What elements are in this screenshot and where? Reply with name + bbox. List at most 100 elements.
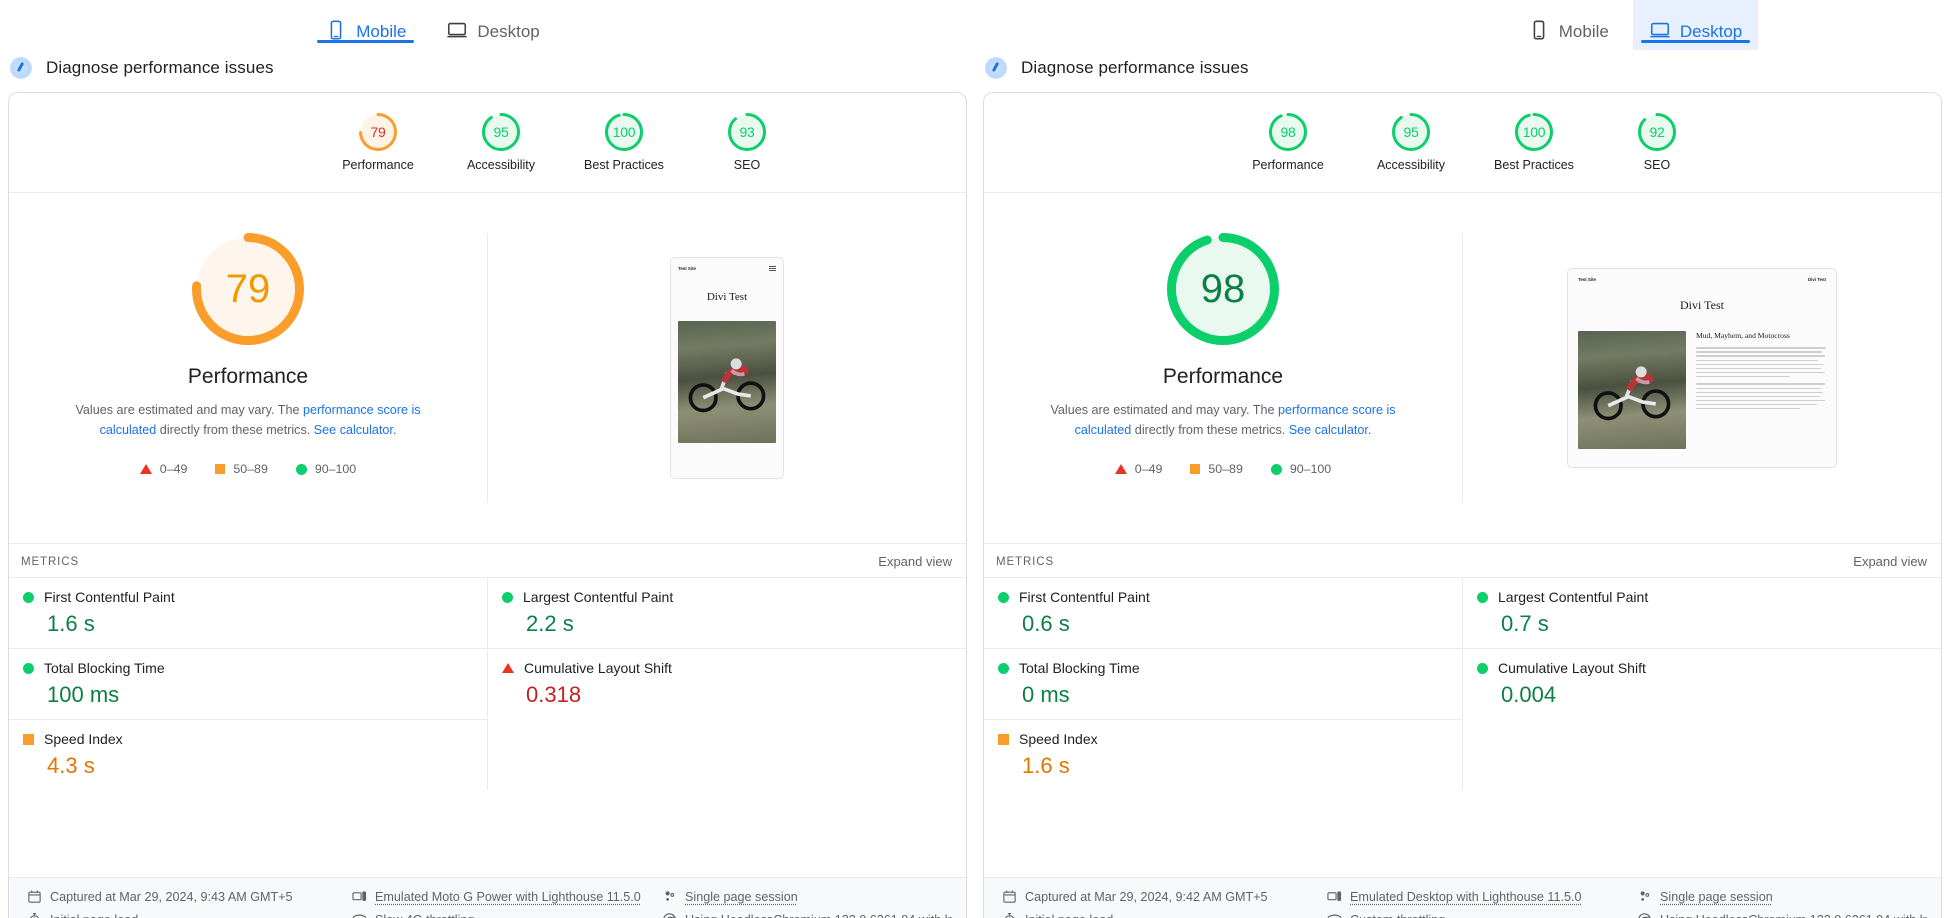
score-label: Accessibility xyxy=(1376,158,1446,172)
see-calculator-link[interactable]: See calculator. xyxy=(314,423,397,437)
score-value: 95 xyxy=(1403,124,1419,140)
performance-title: Performance xyxy=(187,365,309,388)
device-icon xyxy=(1327,891,1342,901)
thumbnail-title: Divi Test xyxy=(706,291,748,303)
wifi-icon xyxy=(352,912,367,918)
legend-swatch-red xyxy=(139,464,152,475)
thumbnail-paragraph xyxy=(1696,383,1826,410)
chrome-icon xyxy=(1638,913,1651,918)
legend-swatch-green xyxy=(295,463,307,475)
legend-range: 0–49 xyxy=(1134,462,1163,477)
form-factor-tabs: Mobile Desktop xyxy=(975,0,1950,50)
score-gauge-best-practices[interactable]: 100 Best Practices xyxy=(563,113,686,172)
diagnose-header: Diagnose performance issues xyxy=(0,50,975,86)
metric-row[interactable]: Speed Index 1.6 s xyxy=(984,719,1462,790)
score-gauge-performance[interactable]: 79 Performance xyxy=(317,113,440,172)
desktop-screenshot-thumbnail[interactable]: Test Site Divi Test Divi Test Mud, Mayhe… xyxy=(1567,268,1837,468)
metric-name: First Contentful Paint xyxy=(1019,589,1150,605)
score-legend: 0–49 50–89 90–100 xyxy=(139,462,356,476)
footer-item[interactable]: Single page session xyxy=(662,889,954,904)
metric-row[interactable]: Largest Contentful Paint 2.2 s xyxy=(488,577,966,648)
metric-row[interactable]: Speed Index 4.3 s xyxy=(9,719,487,790)
tab-desktop[interactable]: Desktop xyxy=(430,0,555,50)
session-icon xyxy=(1640,891,1650,901)
score-value: 100 xyxy=(1522,124,1546,140)
metric-name: Total Blocking Time xyxy=(44,660,165,676)
footer-item: Initial page load xyxy=(1002,912,1327,918)
metric-name: Cumulative Layout Shift xyxy=(524,660,672,676)
legend-range: 90–100 xyxy=(1289,462,1332,477)
calendar-icon xyxy=(1003,890,1016,903)
report-footer: Captured at Mar 29, 2024, 9:43 AM GMT+5 … xyxy=(9,877,966,918)
performance-note: Values are estimated and may vary. The p… xyxy=(1043,401,1403,440)
footer-item[interactable]: Using HeadlessChromium 122.0.6261.94 wit… xyxy=(1637,912,1929,918)
metrics-column-left: First Contentful Paint 0.6 s Total Block… xyxy=(984,577,1462,790)
stopwatch-icon xyxy=(27,912,42,918)
metric-row[interactable]: Cumulative Layout Shift 0.318 xyxy=(488,648,966,719)
score-gauge-best-practices[interactable]: 100 Best Practices xyxy=(1473,113,1596,172)
mobile-panel: Mobile Desktop Diagnose performance issu… xyxy=(0,0,975,918)
tab-mobile[interactable]: Mobile xyxy=(1512,0,1625,50)
metric-row[interactable]: Largest Contentful Paint 0.7 s xyxy=(1463,577,1941,648)
footer-item[interactable]: Emulated Desktop with Lighthouse 11.5.0 xyxy=(1327,889,1637,904)
performance-score: 98 xyxy=(1200,266,1246,311)
mobile-screenshot-thumbnail[interactable]: Test Site Divi Test xyxy=(670,257,784,479)
thumbnail-header: Test Site Divi Test xyxy=(1578,277,1826,282)
tab-desktop[interactable]: Desktop xyxy=(1632,0,1759,50)
footer-item[interactable]: Custom throttling xyxy=(1327,912,1637,918)
tab-label: Mobile xyxy=(356,21,407,41)
score-ring: 93 xyxy=(728,113,766,151)
legend-swatch-orange xyxy=(215,464,226,475)
metric-value: 2.2 s xyxy=(526,611,574,636)
footer-column: Emulated Moto G Power with Lighthouse 11… xyxy=(352,889,662,918)
footer-column: Captured at Mar 29, 2024, 9:42 AM GMT+5 … xyxy=(1002,889,1327,918)
metric-row[interactable]: First Contentful Paint 1.6 s xyxy=(9,577,487,648)
score-gauge-accessibility[interactable]: 95 Accessibility xyxy=(1350,113,1473,172)
footer-item[interactable]: Slow 4G throttling xyxy=(352,912,662,918)
calendar-icon xyxy=(28,890,41,903)
desktop-panel: Mobile Desktop Diagnose performance issu… xyxy=(975,0,1950,918)
score-gauge-seo[interactable]: 93 SEO xyxy=(686,113,809,172)
score-ring: 95 xyxy=(482,113,520,151)
score-label: Best Practices xyxy=(1494,158,1574,172)
footer-item-label: Slow 4G throttling xyxy=(375,913,474,918)
speedometer-icon xyxy=(10,57,32,79)
score-gauge-seo[interactable]: 92 SEO xyxy=(1596,113,1719,172)
score-gauge-accessibility[interactable]: 95 Accessibility xyxy=(440,113,563,172)
footer-item[interactable]: Emulated Moto G Power with Lighthouse 11… xyxy=(352,889,662,904)
diagnose-label: Diagnose performance issues xyxy=(1021,58,1249,77)
report-footer: Captured at Mar 29, 2024, 9:42 AM GMT+5 … xyxy=(984,877,1941,918)
footer-column: Captured at Mar 29, 2024, 9:43 AM GMT+5 … xyxy=(27,889,352,918)
score-label: Accessibility xyxy=(466,158,536,172)
legend-item: 90–100 xyxy=(1270,462,1332,477)
footer-item[interactable]: Single page session xyxy=(1637,889,1929,904)
score-gauge-performance[interactable]: 98 Performance xyxy=(1227,113,1350,172)
see-calculator-link[interactable]: See calculator. xyxy=(1289,423,1372,437)
footer-item: Captured at Mar 29, 2024, 9:43 AM GMT+5 xyxy=(27,889,352,904)
metric-header: Speed Index xyxy=(23,731,473,747)
expand-view-button[interactable]: Expand view xyxy=(878,554,952,569)
metric-row[interactable]: First Contentful Paint 0.6 s xyxy=(984,577,1462,648)
score-ring: 100 xyxy=(1515,113,1553,151)
expand-view-button[interactable]: Expand view xyxy=(1853,554,1927,569)
score-value: 93 xyxy=(739,124,755,140)
footer-item-label: Initial page load xyxy=(50,913,138,918)
footer-item: Initial page load xyxy=(27,912,352,918)
score-ring: 92 xyxy=(1638,113,1676,151)
metric-name: First Contentful Paint xyxy=(44,589,175,605)
metric-value: 100 ms xyxy=(47,682,120,707)
footer-column: Single page session Using HeadlessChromi… xyxy=(1637,889,1929,918)
metric-row[interactable]: Cumulative Layout Shift 0.004 xyxy=(1463,648,1941,719)
metric-row[interactable]: Total Blocking Time 0 ms xyxy=(984,648,1462,719)
speedometer-icon xyxy=(985,57,1007,79)
metrics-column-left: First Contentful Paint 1.6 s Total Block… xyxy=(9,577,487,790)
legend-item: 50–89 xyxy=(1190,462,1243,476)
footer-item[interactable]: Using HeadlessChromium 122.0.6261.94 wit… xyxy=(662,912,954,918)
metrics-grid: First Contentful Paint 1.6 s Total Block… xyxy=(9,577,966,790)
tab-mobile[interactable]: Mobile xyxy=(309,0,422,50)
metrics-grid: First Contentful Paint 0.6 s Total Block… xyxy=(984,577,1941,790)
footer-item-label: Using HeadlessChromium 122.0.6261.94 wit… xyxy=(685,913,952,918)
metric-value: 0.004 xyxy=(1501,682,1557,707)
metric-name: Speed Index xyxy=(1019,731,1098,747)
metric-row[interactable]: Total Blocking Time 100 ms xyxy=(9,648,487,719)
